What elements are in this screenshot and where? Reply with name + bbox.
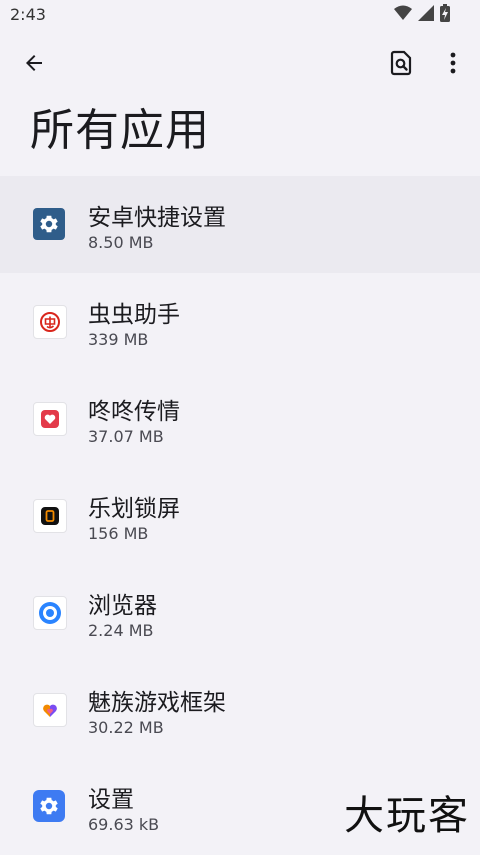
back-button[interactable] bbox=[14, 43, 54, 83]
app-size: 339 MB bbox=[88, 330, 149, 349]
app-list-item[interactable]: 安卓快捷设置 8.50 MB bbox=[0, 176, 480, 273]
arrow-left-icon bbox=[26, 55, 42, 71]
app-bar bbox=[0, 40, 480, 86]
more-options-button[interactable] bbox=[433, 43, 473, 83]
watermark-logo: 大玩客 bbox=[344, 793, 470, 839]
app-name: 魅族游戏框架 bbox=[88, 690, 226, 716]
app-name: 浏览器 bbox=[88, 593, 157, 619]
app-name: 设置 bbox=[88, 787, 134, 813]
app-size: 156 MB bbox=[88, 524, 149, 543]
heart-icon bbox=[33, 402, 67, 436]
app-name: 安卓快捷设置 bbox=[88, 205, 226, 231]
search-apps-button[interactable] bbox=[381, 43, 421, 83]
app-size: 30.22 MB bbox=[88, 718, 164, 737]
app-size: 2.24 MB bbox=[88, 621, 154, 640]
wifi-icon bbox=[394, 5, 412, 20]
cell-signal-icon bbox=[418, 5, 434, 21]
app-list-item[interactable]: 咚咚传情 37.07 MB bbox=[0, 370, 480, 467]
app-list-item[interactable]: 虫虫助手 339 MB bbox=[0, 273, 480, 370]
page-title: 所有应用 bbox=[30, 105, 210, 156]
status-icons bbox=[394, 4, 450, 22]
app-list: 安卓快捷设置 8.50 MB 虫虫助手 339 MB 咚咚传情 37.07 MB bbox=[0, 176, 480, 855]
app-name: 乐划锁屏 bbox=[88, 496, 180, 522]
bug-helper-icon bbox=[33, 305, 67, 339]
battery-charging-icon bbox=[440, 4, 450, 22]
game-framework-icon bbox=[33, 693, 67, 727]
app-list-item[interactable]: 浏览器 2.24 MB bbox=[0, 564, 480, 661]
app-list-item[interactable]: 乐划锁屏 156 MB bbox=[0, 467, 480, 564]
app-list-item[interactable]: 魅族游戏框架 30.22 MB bbox=[0, 661, 480, 758]
browser-icon bbox=[33, 596, 67, 630]
app-name: 虫虫助手 bbox=[88, 302, 180, 328]
gear-icon bbox=[33, 208, 65, 240]
app-name: 咚咚传情 bbox=[88, 399, 180, 425]
lock-screen-icon bbox=[33, 499, 67, 533]
document-search-icon bbox=[390, 50, 412, 76]
status-bar: 2:43 bbox=[0, 0, 480, 30]
app-size: 37.07 MB bbox=[88, 427, 164, 446]
app-size: 8.50 MB bbox=[88, 233, 154, 252]
more-vert-icon bbox=[450, 52, 456, 74]
status-time: 2:43 bbox=[10, 5, 46, 24]
settings-gear-icon bbox=[33, 790, 65, 822]
app-size: 69.63 kB bbox=[88, 815, 160, 834]
